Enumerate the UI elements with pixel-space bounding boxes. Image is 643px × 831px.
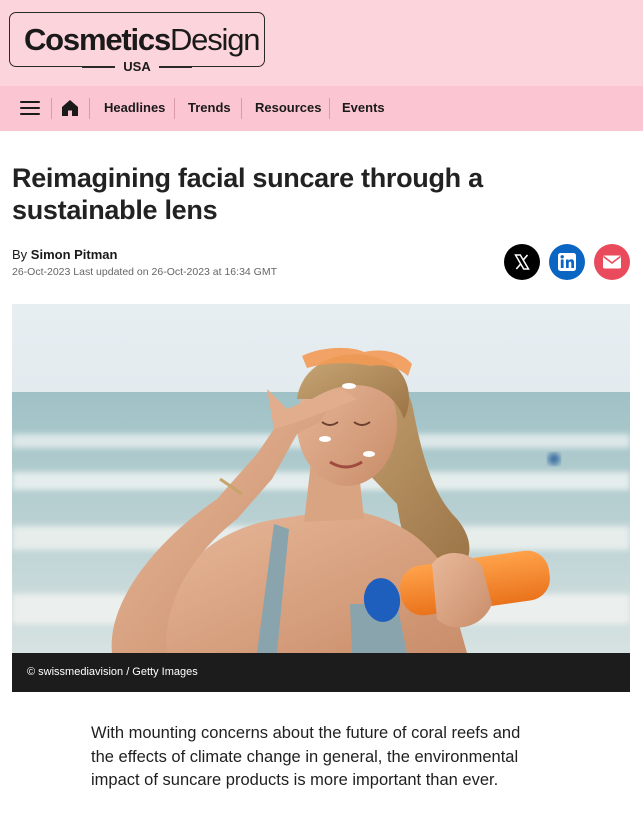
article-hero-image [12, 304, 630, 653]
nav-divider [51, 98, 52, 119]
site-header: CosmeticsDesign USA [0, 0, 643, 86]
linkedin-icon [558, 253, 576, 271]
author-link[interactable]: Simon Pitman [31, 247, 118, 262]
article-lead: With mounting concerns about the future … [91, 724, 521, 789]
image-credit: © swissmediavision / Getty Images [27, 666, 198, 678]
nav-item-events[interactable]: Events [342, 99, 385, 117]
image-caption: © swissmediavision / Getty Images [12, 653, 630, 692]
email-icon [603, 255, 621, 269]
logo-region-label: USA [115, 59, 159, 74]
nav-divider [89, 98, 90, 119]
byline-prefix: By [12, 247, 28, 262]
main-nav: Headlines Trends Resources Events [0, 86, 643, 131]
menu-icon[interactable] [20, 100, 40, 116]
home-icon[interactable] [60, 99, 80, 117]
nav-divider [174, 98, 175, 119]
nav-item-trends[interactable]: Trends [188, 99, 231, 117]
nav-item-resources[interactable]: Resources [255, 99, 321, 117]
logo-wordmark: CosmeticsDesign [24, 22, 261, 58]
share-email-button[interactable] [594, 244, 630, 280]
publish-date: 26-Oct-2023 Last updated on 26-Oct-2023 … [12, 266, 277, 278]
share-linkedin-button[interactable] [549, 244, 585, 280]
share-x-button[interactable] [504, 244, 540, 280]
site-logo[interactable]: CosmeticsDesign USA [9, 12, 265, 74]
x-icon [514, 254, 530, 270]
nav-item-headlines[interactable]: Headlines [104, 99, 165, 117]
nav-divider [329, 98, 330, 119]
nav-divider [241, 98, 242, 119]
logo-region: USA [10, 59, 264, 75]
byline: By Simon Pitman [12, 247, 117, 263]
logo-name-bold: Cosmetics [24, 22, 171, 57]
logo-name-light: Design [170, 22, 261, 57]
article-title: Reimagining facial suncare through a sus… [12, 163, 483, 225]
